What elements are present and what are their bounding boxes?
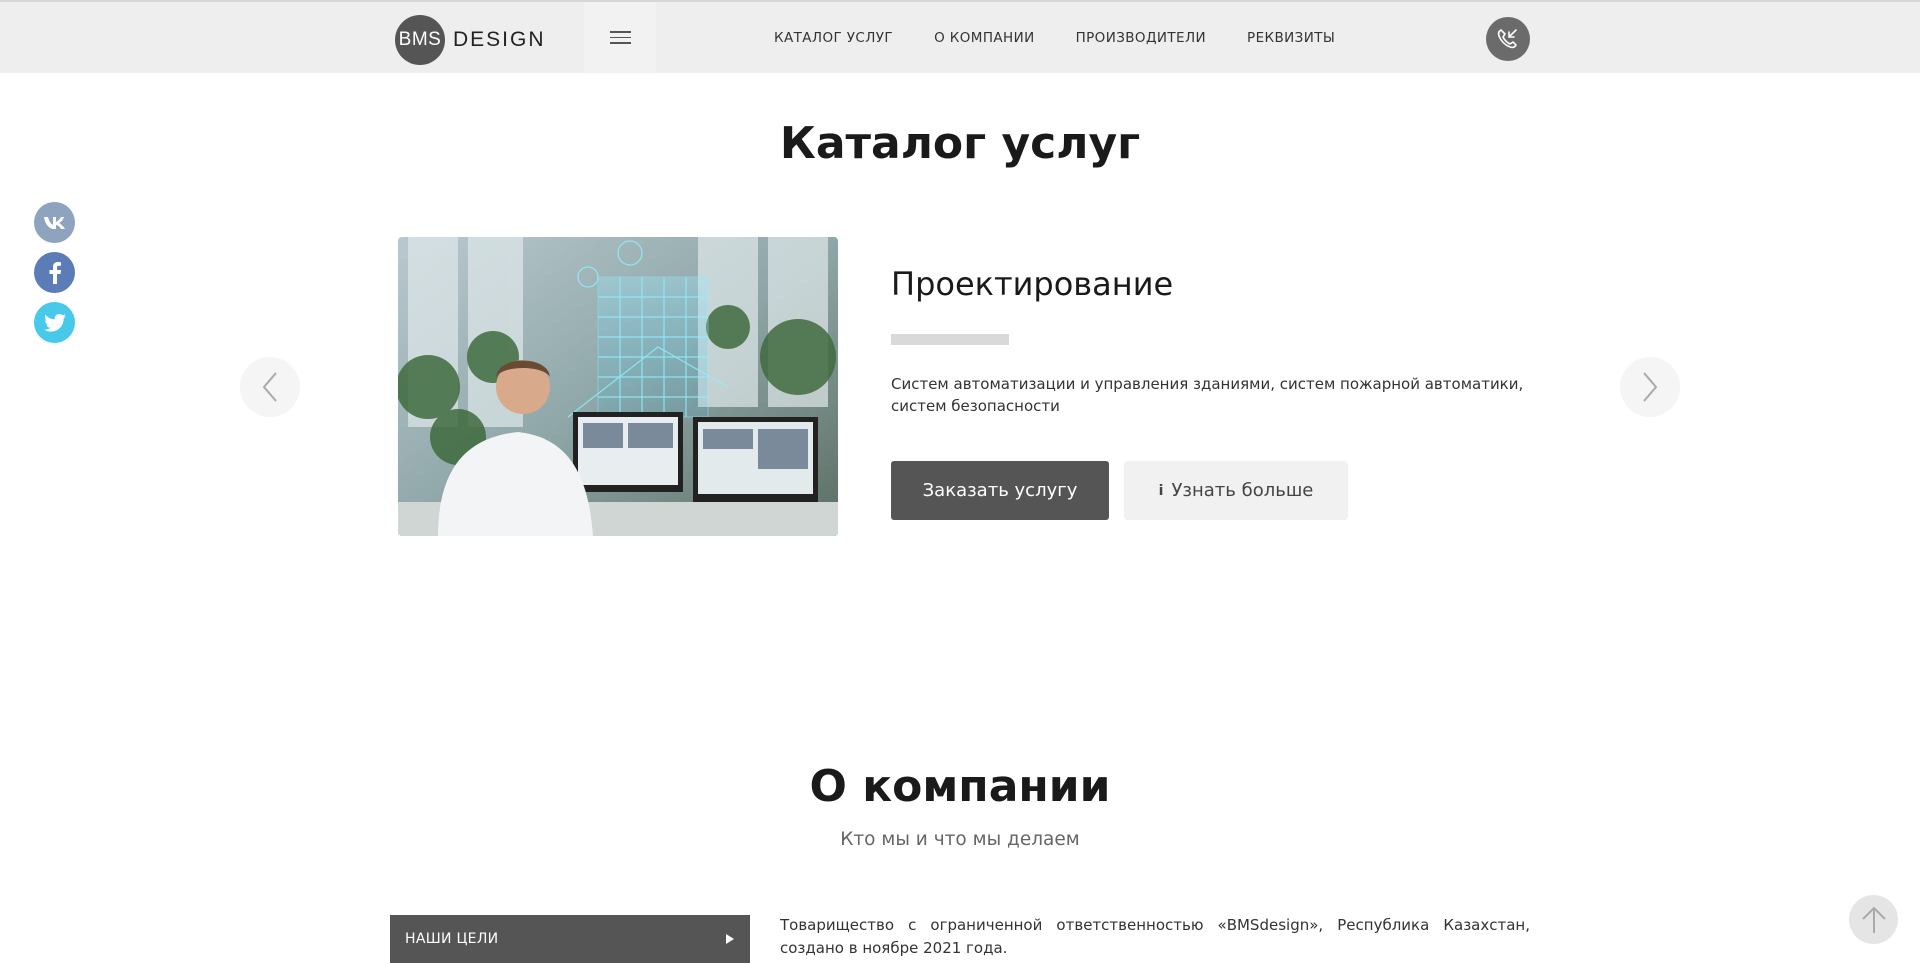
chevron-left-icon: [262, 372, 277, 402]
twitter-icon: [43, 313, 66, 332]
menu-button[interactable]: [584, 2, 656, 73]
info-icon: i: [1158, 482, 1164, 499]
logo-text: DESIGN: [453, 28, 546, 51]
social-links: [34, 202, 75, 352]
slider-next-button[interactable]: [1620, 357, 1680, 417]
slider-prev-button[interactable]: [240, 357, 300, 417]
learn-more-label: Узнать больше: [1171, 480, 1314, 501]
twitter-button[interactable]: [34, 302, 75, 343]
about-title: О компании: [809, 761, 1111, 812]
facebook-button[interactable]: [34, 252, 75, 293]
nav-item-manufacturers[interactable]: ПРОИЗВОДИТЕЛИ: [1076, 30, 1206, 46]
hamburger-icon: [609, 31, 631, 44]
nav-item-catalog[interactable]: КАТАЛОГ УСЛУГ: [774, 30, 893, 46]
catalog-title: Каталог услуг: [779, 118, 1141, 169]
learn-more-button[interactable]: i Узнать больше: [1124, 461, 1348, 520]
slide-description: Систем автоматизации и управления здания…: [891, 375, 1524, 415]
about-subtitle: Кто мы и что мы делаем: [840, 829, 1080, 850]
order-service-button[interactable]: Заказать услугу: [891, 461, 1109, 520]
slide-divider: [891, 334, 1009, 345]
scroll-to-top-button[interactable]: [1849, 895, 1898, 944]
phone-callback-icon: [1497, 29, 1517, 49]
nav-item-requisites[interactable]: РЕКВИЗИТЫ: [1247, 30, 1335, 46]
site-header: BMS DESIGN КАТАЛОГ УСЛУГ О КОМПАНИИ ПРОИ…: [0, 0, 1920, 73]
arrow-up-icon: [1861, 906, 1886, 933]
logo[interactable]: BMS DESIGN: [395, 15, 546, 65]
tab-our-goals[interactable]: НАШИ ЦЕЛИ: [390, 915, 750, 963]
play-arrow-icon: [726, 934, 734, 944]
main-nav: КАТАЛОГ УСЛУГ О КОМПАНИИ ПРОИЗВОДИТЕЛИ Р…: [760, 2, 1349, 73]
facebook-icon: [49, 261, 61, 284]
tab-our-goals-label: НАШИ ЦЕЛИ: [405, 931, 499, 947]
vk-button[interactable]: [34, 202, 75, 243]
slide-image: [398, 237, 838, 536]
slide-title: Проектирование: [891, 265, 1174, 303]
logo-mark: BMS: [395, 15, 445, 65]
nav-item-about[interactable]: О КОМПАНИИ: [934, 30, 1035, 46]
about-text: Товарищество с ограниченной ответственно…: [780, 916, 1530, 957]
chevron-right-icon: [1643, 372, 1658, 402]
callback-button[interactable]: [1486, 17, 1530, 61]
vk-icon: [43, 216, 65, 229]
